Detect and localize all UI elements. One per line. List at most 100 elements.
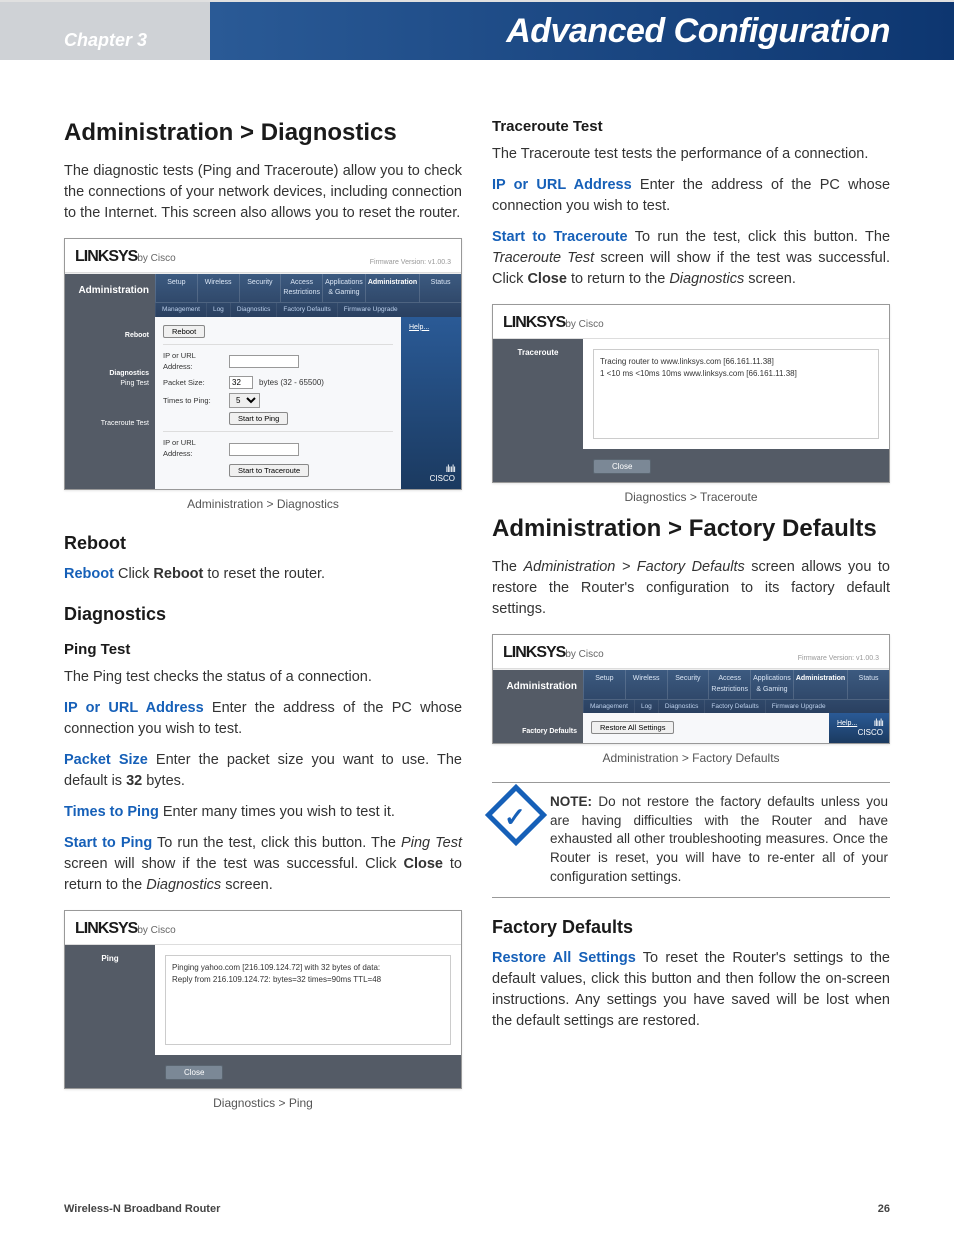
subtab-factory[interactable]: Factory Defaults: [704, 700, 764, 713]
restore-all-button[interactable]: Restore All Settings: [591, 721, 674, 734]
restore-paragraph: Restore All Settings To reset the Router…: [492, 948, 890, 1032]
figure-ping: LINKSYSby Cisco Ping Pinging yahoo.com […: [64, 910, 462, 1113]
main-tabs: Setup Wireless Security Access Restricti…: [155, 274, 461, 302]
page-header: Chapter 3 Advanced Configuration: [0, 0, 954, 60]
tab-security[interactable]: Security: [667, 670, 709, 698]
factory-defaults-heading: Administration > Factory Defaults: [492, 512, 890, 547]
left-column: Administration > Diagnostics The diagnos…: [64, 110, 462, 1118]
label-ipurl: IP or URL Address:: [163, 351, 223, 373]
packet-hint: bytes (32 - 65500): [259, 377, 324, 389]
note-icon: ✓: [494, 793, 538, 837]
trace-output-2: 1 <10 ms <10ms 10ms www.linksys.com [66.…: [600, 368, 872, 380]
tab-administration[interactable]: Administration: [793, 670, 847, 698]
intro-paragraph: The diagnostic tests (Ping and Tracerout…: [64, 161, 462, 224]
linksys-logo: LINKSYSby Cisco: [503, 641, 604, 664]
tab-setup[interactable]: Setup: [583, 670, 625, 698]
figure-caption: Administration > Diagnostics: [64, 496, 462, 513]
admin-label: Administration: [493, 670, 583, 713]
tab-setup[interactable]: Setup: [155, 274, 197, 302]
times-paragraph: Times to Ping Enter many times you wish …: [64, 802, 462, 823]
linksys-logo: LINKSYSby Cisco: [75, 917, 176, 940]
tab-status[interactable]: Status: [847, 670, 889, 698]
ping-output-2: Reply from 216.109.124.72: bytes=32 time…: [172, 974, 444, 986]
tab-status[interactable]: Status: [419, 274, 461, 302]
cisco-logo: ılıılıCISCO: [430, 465, 455, 483]
subtab-firmware[interactable]: Firmware Upgrade: [337, 303, 404, 316]
reboot-paragraph: Reboot Click Reboot to reset the router.: [64, 564, 462, 585]
startping-paragraph: Start to Ping To run the test, click thi…: [64, 833, 462, 896]
help-link[interactable]: Help...: [409, 323, 429, 333]
starttrace-paragraph: Start to Traceroute To run the test, cli…: [492, 227, 890, 290]
section-heading: Administration > Diagnostics: [64, 116, 462, 151]
ping-output-1: Pinging yahoo.com [216.109.124.72] with …: [172, 962, 444, 974]
right-column: Traceroute Test The Traceroute test test…: [492, 110, 890, 1118]
tab-apps[interactable]: Applications & Gaming: [322, 274, 365, 302]
subtab-log[interactable]: Log: [206, 303, 230, 316]
subtab-management[interactable]: Management: [583, 700, 634, 713]
admin-label: Administration: [65, 274, 155, 317]
packet-paragraph: Packet Size Enter the packet size you wa…: [64, 750, 462, 792]
trace-ipurl-paragraph: IP or URL Address Enter the address of t…: [492, 175, 890, 217]
factory-defaults-subheading: Factory Defaults: [492, 914, 890, 940]
sub-tabs: Management Log Diagnostics Factory Defau…: [583, 699, 889, 713]
input-packet[interactable]: [229, 376, 253, 389]
linksys-logo: LINKSYSby Cisco: [503, 311, 604, 334]
subtab-factory[interactable]: Factory Defaults: [276, 303, 336, 316]
firmware-version: Firmware Version: v1.00.3: [370, 258, 451, 268]
close-button[interactable]: Close: [165, 1065, 223, 1080]
page-title: Advanced Configuration: [506, 12, 890, 51]
page-number: 26: [878, 1203, 890, 1215]
traceroute-heading: Traceroute Test: [492, 116, 890, 138]
subtab-diagnostics[interactable]: Diagnostics: [658, 700, 705, 713]
tab-security[interactable]: Security: [239, 274, 281, 302]
page-footer: Wireless-N Broadband Router 26: [64, 1203, 890, 1215]
popup-side-traceroute: Traceroute: [493, 339, 583, 449]
ipurl-paragraph: IP or URL Address Enter the address of t…: [64, 698, 462, 740]
side-reboot: Reboot: [71, 331, 149, 341]
side-ping-test: Ping Test: [71, 379, 149, 389]
figure-caption: Diagnostics > Ping: [64, 1095, 462, 1112]
figure-caption: Diagnostics > Traceroute: [492, 489, 890, 506]
tab-wireless[interactable]: Wireless: [625, 670, 667, 698]
help-link[interactable]: Help...: [837, 719, 857, 729]
note-block: ✓ NOTE: Do not restore the factory defau…: [492, 782, 890, 898]
trace-intro: The Traceroute test tests the performanc…: [492, 144, 890, 165]
figure-traceroute: LINKSYSby Cisco Traceroute Tracing route…: [492, 304, 890, 507]
popup-side-ping: Ping: [65, 945, 155, 1055]
fd-intro: The Administration > Factory Defaults sc…: [492, 557, 890, 620]
subtab-log[interactable]: Log: [634, 700, 658, 713]
label-packet: Packet Size:: [163, 378, 223, 389]
product-name: Wireless-N Broadband Router: [64, 1203, 220, 1215]
input-ipurl-2[interactable]: [229, 443, 299, 456]
note-text: NOTE: Do not restore the factory default…: [550, 793, 888, 887]
figure-caption: Administration > Factory Defaults: [492, 750, 890, 767]
diagnostics-heading: Diagnostics: [64, 601, 462, 627]
input-ipurl[interactable]: [229, 355, 299, 368]
close-button[interactable]: Close: [593, 459, 651, 474]
label-ipurl-2: IP or URL Address:: [163, 438, 223, 460]
subtab-management[interactable]: Management: [155, 303, 206, 316]
side-diagnostics: Diagnostics: [71, 369, 149, 379]
figure-factory-defaults: LINKSYSby Cisco Firmware Version: v1.00.…: [492, 634, 890, 767]
tab-access[interactable]: Access Restrictions: [708, 670, 750, 698]
linksys-logo: LINKSYSby Cisco: [75, 245, 176, 268]
tab-wireless[interactable]: Wireless: [197, 274, 239, 302]
ping-intro: The Ping test checks the status of a con…: [64, 667, 462, 688]
start-ping-button[interactable]: Start to Ping: [229, 412, 288, 425]
subtab-firmware[interactable]: Firmware Upgrade: [765, 700, 832, 713]
select-times[interactable]: 5: [229, 393, 260, 408]
subtab-diagnostics[interactable]: Diagnostics: [230, 303, 277, 316]
reboot-button[interactable]: Reboot: [163, 325, 205, 338]
side-factory-defaults: Factory Defaults: [499, 727, 577, 737]
main-tabs: Setup Wireless Security Access Restricti…: [583, 670, 889, 698]
tab-access[interactable]: Access Restrictions: [280, 274, 322, 302]
chapter-label: Chapter 3: [64, 30, 147, 51]
tab-administration[interactable]: Administration: [365, 274, 419, 302]
ping-test-heading: Ping Test: [64, 639, 462, 661]
tab-apps[interactable]: Applications & Gaming: [750, 670, 793, 698]
trace-output-1: Tracing router to www.linksys.com [66.16…: [600, 356, 872, 368]
figure-admin-diagnostics: LINKSYSby Cisco Firmware Version: v1.00.…: [64, 238, 462, 514]
sub-tabs: Management Log Diagnostics Factory Defau…: [155, 302, 461, 316]
label-times: Times to Ping:: [163, 396, 223, 407]
start-traceroute-button[interactable]: Start to Traceroute: [229, 464, 309, 477]
